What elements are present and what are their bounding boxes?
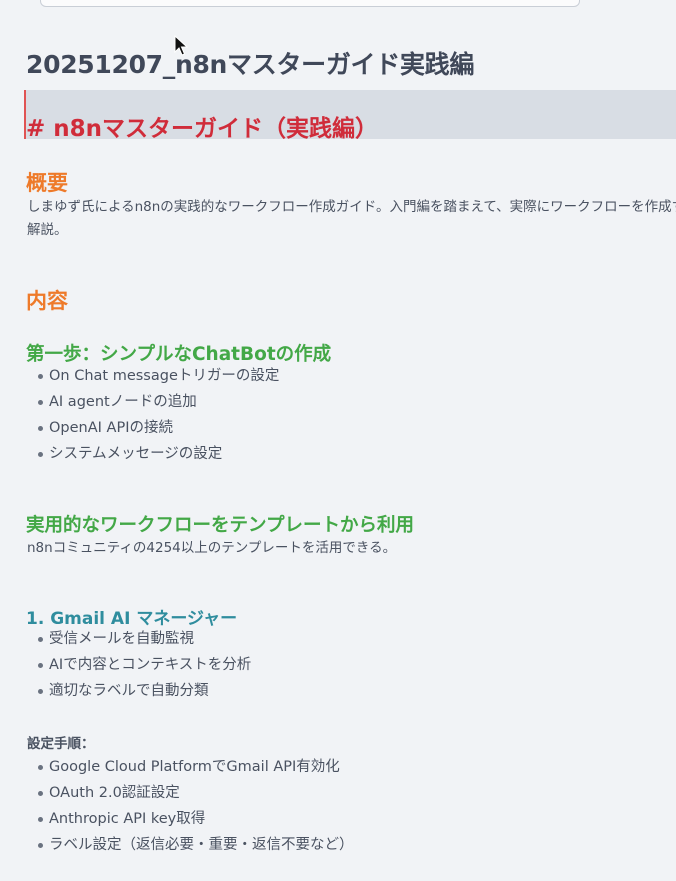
editor-page: 20251207_n8nマスターガイド実践編 # n8nマスターガイド（実践編）… (0, 0, 676, 881)
gmail-list: 受信メールを自動監視 AIで内容とコンテキストを分析 適切なラベルで自動分類 (38, 626, 251, 704)
bullet-icon (38, 637, 43, 642)
bullet-icon (38, 374, 43, 379)
contents-heading: 内容 (26, 289, 68, 313)
bullet-icon (38, 765, 43, 770)
bullet-icon (38, 843, 43, 848)
list-item: AI agentノードの追加 (38, 389, 279, 415)
search-input[interactable] (40, 0, 580, 7)
bullet-icon (38, 663, 43, 668)
list-item: 受信メールを自動監視 (38, 626, 251, 652)
list-item: OpenAI APIの接続 (38, 415, 279, 441)
bullet-icon (38, 452, 43, 457)
overview-line-2: 解説。 (27, 222, 68, 238)
list-item: OAuth 2.0認証設定 (38, 780, 354, 806)
heading-1: # n8nマスターガイド（実践編） (26, 116, 379, 142)
setup-label: 設定手順： (27, 736, 95, 752)
bullet-icon (38, 817, 43, 822)
bullet-icon (38, 426, 43, 431)
list-item: On Chat messageトリガーの設定 (38, 363, 279, 389)
list-item: ラベル設定（返信必要・重要・返信不要など） (38, 832, 354, 858)
list-item: 適切なラベルで自動分類 (38, 678, 251, 704)
bullet-icon (38, 689, 43, 694)
bullet-icon (38, 400, 43, 405)
step1-list: On Chat messageトリガーの設定 AI agentノードの追加 Op… (38, 363, 279, 467)
list-item: AIで内容とコンテキストを分析 (38, 652, 251, 678)
page-title: 20251207_n8nマスターガイド実践編 (26, 50, 475, 79)
list-item: Anthropic API key取得 (38, 806, 354, 832)
mouse-pointer-icon (174, 35, 188, 56)
setup-list: Google Cloud PlatformでGmail API有効化 OAuth… (38, 754, 354, 858)
overview-line-1: しまゆず氏によるn8nの実践的なワークフロー作成ガイド。入門編を踏まえて、実際に… (27, 199, 676, 215)
templates-text: n8nコミュニティの4254以上のテンプレートを活用できる。 (27, 540, 397, 556)
list-item: システムメッセージの設定 (38, 441, 279, 467)
overview-heading: 概要 (26, 171, 68, 195)
templates-heading: 実用的なワークフローをテンプレートから利用 (26, 515, 414, 536)
bullet-icon (38, 791, 43, 796)
list-item: Google Cloud PlatformでGmail API有効化 (38, 754, 354, 780)
